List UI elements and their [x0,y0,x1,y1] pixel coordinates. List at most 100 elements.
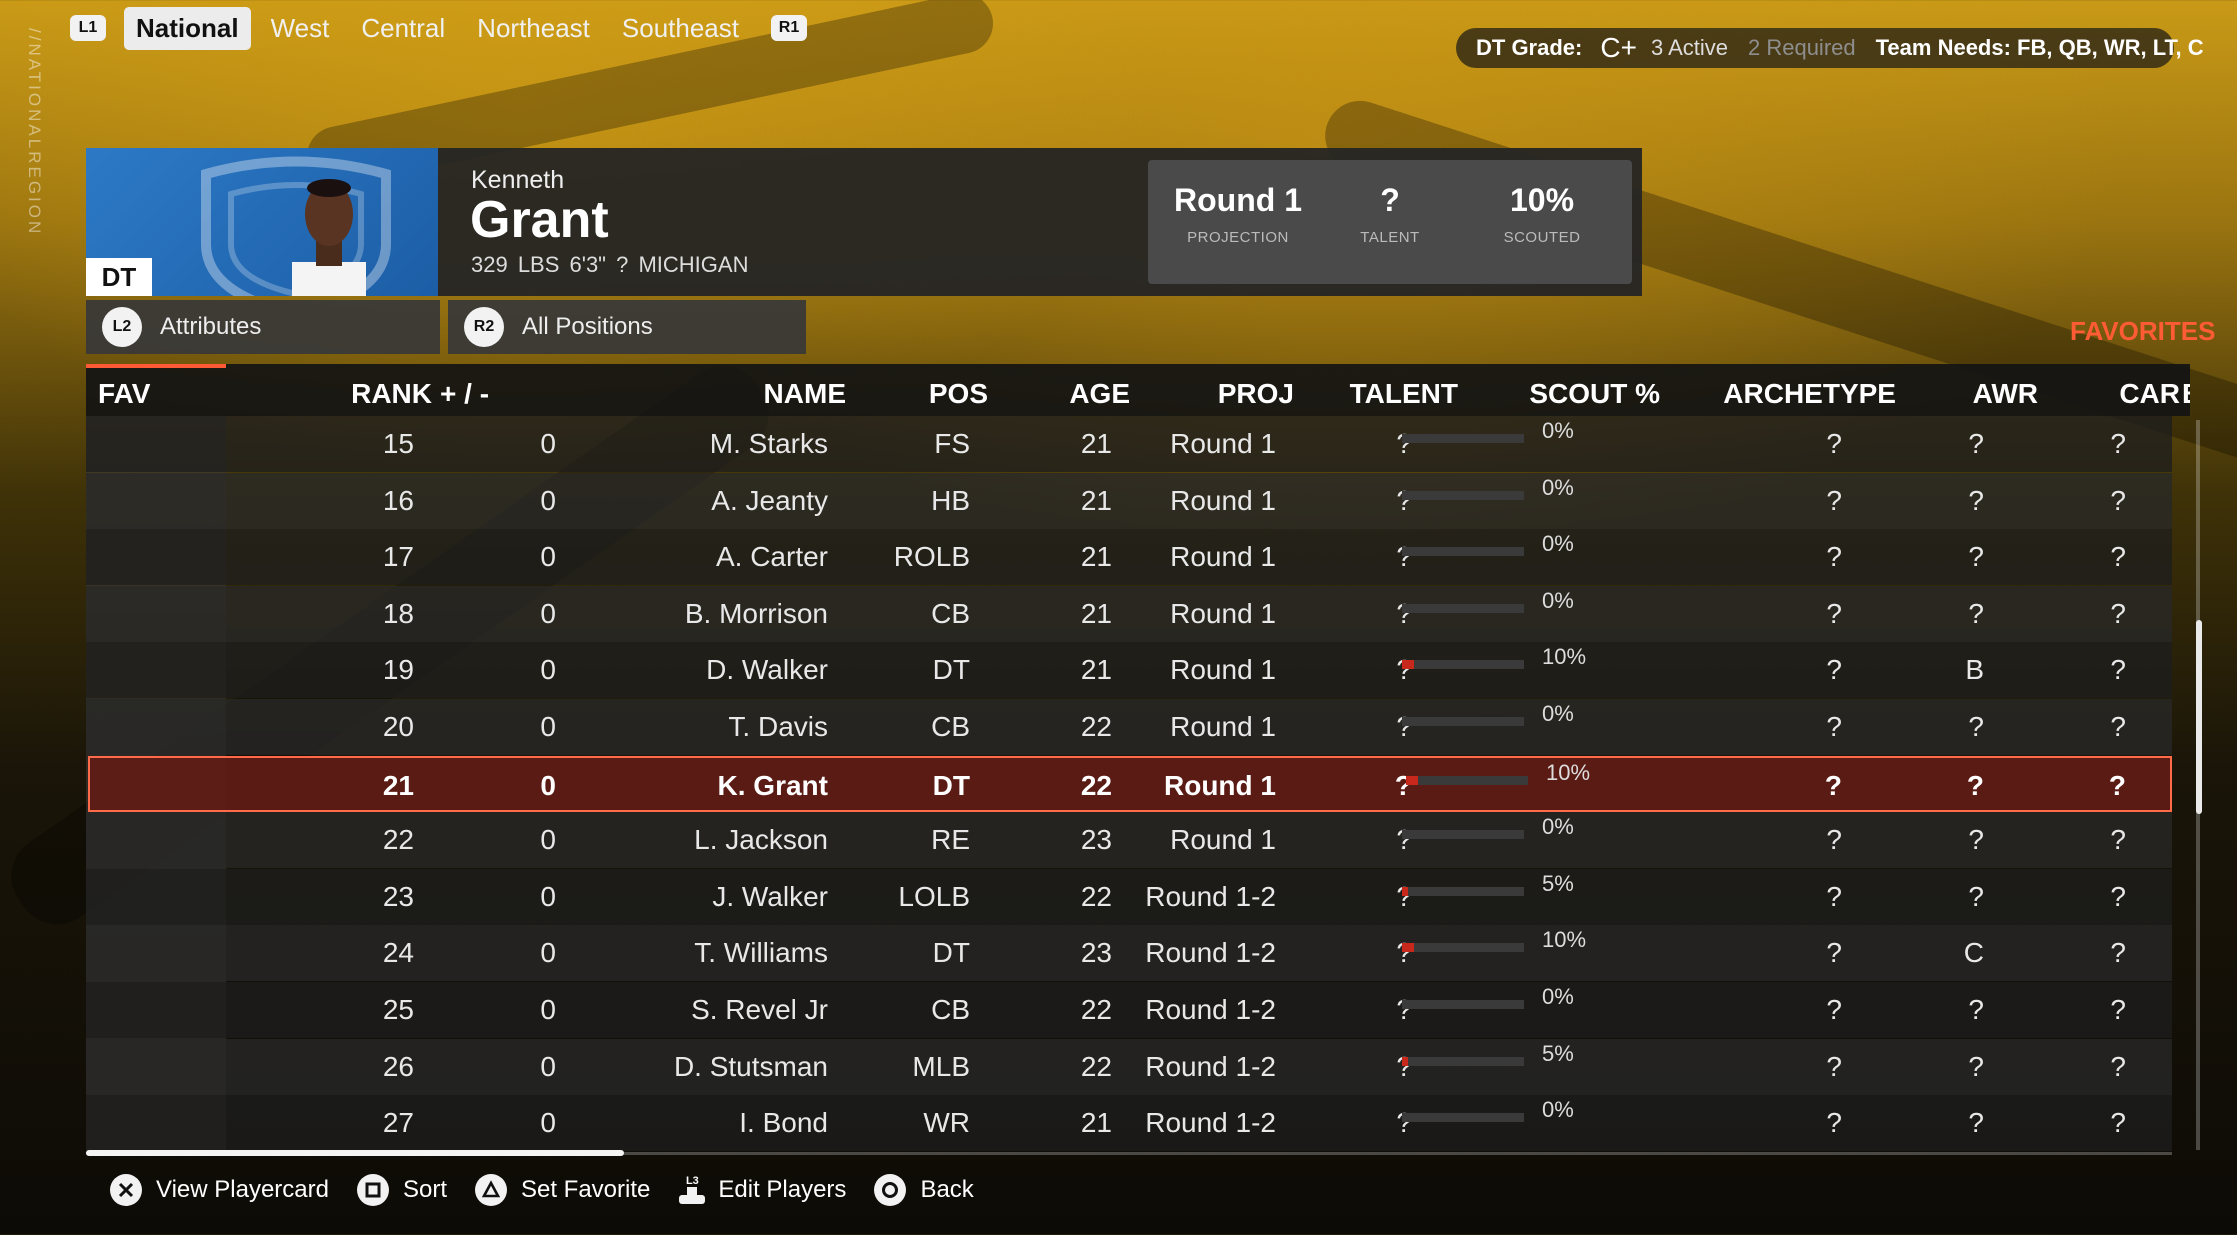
l1-button-icon[interactable]: L1 [70,15,106,41]
horizontal-scrollbar-thumb[interactable] [86,1150,624,1156]
back-button[interactable]: Back [874,1174,974,1206]
position-badge: DT [86,258,152,296]
view-playercard-button[interactable]: View Playercard [110,1174,329,1206]
header-talent[interactable]: TALENT [1350,378,1458,410]
position-cell: CB [931,994,970,1025]
projection-cell: Round 1 [1170,484,1276,516]
scout-percent: 5% [1542,870,1574,896]
change-cell: 0 [540,1107,556,1139]
awr-cell: ? [1968,1107,1984,1139]
header-change[interactable]: + / - [440,378,489,410]
r2-button-icon: R2 [464,307,504,347]
required-count: 2 Required [1747,35,1856,60]
change-cell: 0 [540,1050,556,1082]
table-row[interactable]: 20 0 T. Davis CB 22 Round 1???? 0% [86,699,2172,755]
triangle-button-icon [474,1174,507,1206]
all-positions-tab[interactable]: R2 All Positions [448,300,806,354]
change-cell: 0 [540,484,556,516]
age-cell: 22 [1080,769,1112,801]
scout-progress-bar [1402,434,1524,443]
region-side-label: //NATIONALREGION [25,28,44,237]
table-row[interactable]: 24 0 T. Williams DT 23 Round 1-2?? C? 10% [86,925,2172,982]
archetype-cell: ? [1826,824,1842,856]
car-cell: ? [2110,937,2126,969]
region-tab-bar: L1 National West Central Northeast South… [70,4,807,52]
awr-cell: ? [1968,880,1984,912]
header-car[interactable]: CAR [2119,378,2180,410]
archetype-cell: ? [1826,428,1842,459]
tab-southeast[interactable]: Southeast [610,7,751,50]
scout-percent: 0% [1542,474,1574,500]
scout-progress-bar [1402,490,1524,500]
scout-progress-bar [1402,660,1524,670]
tab-central[interactable]: Central [349,7,457,50]
talent-cell: ? [1396,541,1412,573]
rank-cell: 23 [382,880,414,912]
scout-percent: 0% [1542,814,1574,840]
archetype-cell: ? [1826,937,1842,969]
table-row[interactable]: 19 0 D. Walker DT 21 Round 1?? B? 10% [86,642,2172,699]
table-row[interactable]: 16 0 A. Jeanty HB 21 Round 1???? 0% [86,472,2172,529]
scout-progress-bar [1402,886,1524,896]
vertical-scrollbar-thumb[interactable] [2196,620,2202,814]
sort-button[interactable]: Sort [356,1174,447,1206]
table-row[interactable]: 26 0 D. Stutsman MLB 22 Round 1-2???? 5% [86,1038,2172,1095]
tab-west[interactable]: West [259,7,342,50]
table-row[interactable]: 23 0 J. Walker LOLB 22 Round 1-2???? 5% [86,868,2172,925]
header-archetype[interactable]: ARCHETYPE [1723,378,1896,410]
player-name-cell: J. Walker [712,880,828,912]
edit-players-button[interactable]: L3 Edit Players [678,1175,846,1205]
table-row[interactable]: 17 0 A. Carter ROLB 21 Round 1???? 0% [86,529,2172,586]
stat-value: ? [1380,182,1400,218]
position-grade-bar: DT Grade: C+ 3 Active 2 Required Team Ne… [1456,28,2204,68]
archetype-cell: ? [1826,994,1842,1025]
player-name-cell: A. Carter [715,541,828,573]
favorites-link[interactable]: FAVORITES [2070,316,2215,347]
table-row[interactable]: 25 0 S. Revel Jr CB 22 Round 1-2???? 0% [86,982,2172,1038]
tab-national[interactable]: National [124,6,251,50]
car-cell: ? [2108,769,2126,801]
r1-button-icon[interactable]: R1 [771,15,807,41]
header-fav[interactable]: FAV [98,378,150,410]
age-cell: 22 [1080,880,1112,912]
position-cell: HB [931,484,970,516]
scout-progress-bar [1402,717,1524,726]
scout-progress-fill [1402,886,1409,896]
header-rank[interactable]: RANK [351,378,432,410]
position-cell: WR [923,1107,970,1139]
attributes-tab[interactable]: L2 Attributes [86,300,440,354]
table-row[interactable]: 22 0 L. Jackson RE 23 Round 1???? 0% [86,812,2172,869]
age-cell: 21 [1080,654,1112,686]
attributes-tab-label: Attributes [160,313,262,340]
talent-cell: ? [1396,428,1412,459]
stat-value: 10% [1509,182,1575,218]
change-cell: 0 [540,824,556,856]
projection-cell: Round 1-2 [1145,937,1276,969]
car-cell: ? [2110,541,2126,573]
player-name-cell: S. Revel Jr [691,994,828,1025]
selected-table-row[interactable]: 21 0 K. Grant DT 22 Round 1???? 10% [88,755,2172,812]
tab-northeast[interactable]: Northeast [465,7,602,50]
set-favorite-button[interactable]: Set Favorite [474,1174,650,1206]
header-awr[interactable]: AWR [1973,378,2038,410]
scout-progress-bar [1402,603,1524,613]
rank-cell: 22 [382,824,414,856]
table-row[interactable]: 15 0 M. Starks FS 21 Round 1???? 0% [86,416,2172,472]
header-name[interactable]: NAME [764,378,846,410]
player-bio: 329 LBS 6'3" ? MICHIGAN [471,252,749,277]
stat-value: Round 1 [1174,182,1302,218]
player-name-cell: M. Starks [709,428,828,459]
header-scout[interactable]: SCOUT % [1529,378,1660,410]
projection-cell: Round 1-2 [1145,880,1276,912]
header-age[interactable]: AGE [1069,378,1130,410]
header-next-column[interactable]: B [2182,378,2190,410]
header-proj[interactable]: PROJ [1218,378,1294,410]
talent-cell: ? [1396,994,1412,1025]
position-cell: CB [931,711,970,742]
square-button-icon [356,1174,389,1206]
rank-cell: 15 [382,428,414,459]
header-pos[interactable]: POS [929,378,988,410]
player-name-cell: B. Morrison [684,597,828,629]
table-row[interactable]: 27 0 I. Bond WR 21 Round 1-2???? 0% [86,1095,2172,1152]
table-row[interactable]: 18 0 B. Morrison CB 21 Round 1???? 0% [86,585,2172,642]
